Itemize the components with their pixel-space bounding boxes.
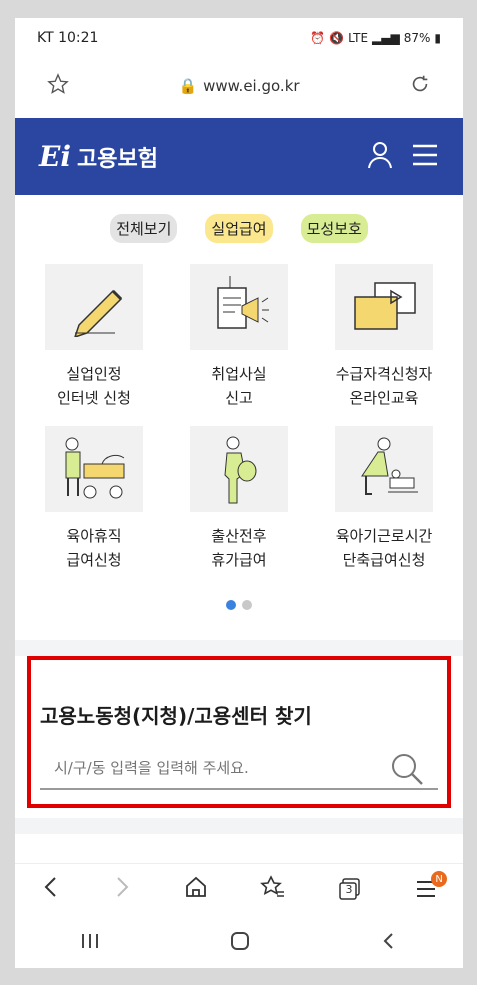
service-label: 출산전후 휴가급여	[211, 527, 267, 569]
pregnant-woman-icon	[190, 426, 288, 512]
service-grid: 실업인정 인터넷 신청 취업사실 신고 수급자격신청자 온라인교육 육아휴직 급…	[15, 264, 463, 588]
service-card[interactable]: 수급자격신청자 온라인교육	[318, 264, 450, 426]
forward-icon[interactable]	[112, 876, 132, 902]
document-megaphone-icon	[190, 264, 288, 350]
lock-icon: 🔒	[178, 76, 198, 95]
system-back-icon[interactable]	[380, 931, 398, 955]
tabs-count: 3	[345, 883, 353, 896]
bookmarks-icon[interactable]	[259, 875, 286, 903]
category-tabs: 전체보기 실업급여 모성보호	[15, 214, 463, 243]
phone-screen: KT 10:21 ⏰ 🔇 LTE ▂▄▆ 87% ▮ 🔒 www.ei.go.k…	[15, 18, 463, 968]
battery-icon: ▮	[434, 31, 441, 45]
section-divider	[15, 818, 463, 834]
url-bar: 🔒 www.ei.go.kr	[15, 58, 463, 113]
stroller-icon	[45, 426, 143, 512]
search-icon[interactable]	[390, 752, 424, 790]
system-nav-bar	[15, 918, 463, 968]
service-label: 실업인정 인터넷 신청	[57, 365, 131, 407]
status-bar: KT 10:21 ⏰ 🔇 LTE ▂▄▆ 87% ▮	[15, 18, 463, 58]
address-field[interactable]: 🔒 www.ei.go.kr	[178, 77, 299, 95]
service-card[interactable]: 육아기근로시간 단축급여신청	[318, 426, 450, 588]
carrier-time: KT 10:21	[37, 30, 99, 46]
tab-all[interactable]: 전체보기	[110, 214, 178, 243]
carousel-dot-1[interactable]	[226, 600, 236, 610]
region-search-input[interactable]	[40, 750, 386, 786]
service-card[interactable]: 육아휴직 급여신청	[28, 426, 160, 588]
alarm-icon: ⏰	[310, 31, 326, 45]
parent-baby-icon	[335, 426, 433, 512]
carousel-dot-2[interactable]	[242, 600, 252, 610]
finder-title: 고용노동청(지청)/고용센터 찾기	[40, 704, 312, 728]
lte-label: LTE	[348, 31, 369, 45]
recent-apps-icon[interactable]	[80, 932, 100, 954]
user-icon[interactable]	[367, 141, 393, 173]
section-divider	[15, 640, 463, 656]
status-icons: ⏰ 🔇 LTE ▂▄▆ 87% ▮	[310, 31, 441, 45]
reload-icon[interactable]	[409, 73, 431, 99]
service-label: 수급자격신청자 온라인교육	[335, 365, 433, 407]
home-icon[interactable]	[184, 875, 208, 903]
mute-icon: 🔇	[329, 31, 345, 45]
search-field	[40, 750, 438, 790]
system-home-icon[interactable]	[229, 930, 251, 956]
site-header: Ei 고용보험	[15, 118, 463, 195]
logo-mark: Ei	[39, 140, 71, 173]
logo-text: 고용보험	[76, 146, 158, 172]
pencil-icon	[45, 264, 143, 350]
office-finder-section: 고용노동청(지청)/고용센터 찾기	[15, 656, 463, 816]
carousel-dots	[15, 600, 463, 610]
tabs-icon[interactable]: 3	[337, 877, 363, 901]
service-card[interactable]: 출산전후 휴가급여	[173, 426, 305, 588]
back-icon[interactable]	[41, 876, 61, 902]
url-text: www.ei.go.kr	[203, 76, 300, 95]
signal-icon: ▂▄▆	[372, 31, 400, 45]
bookmark-star-icon[interactable]	[47, 72, 69, 99]
service-label: 육아기근로시간 단축급여신청	[335, 527, 433, 569]
service-label: 육아휴직 급여신청	[66, 527, 122, 569]
tab-maternity[interactable]: 모성보호	[300, 214, 368, 243]
notification-badge: N	[431, 871, 448, 887]
battery-text: 87%	[403, 31, 431, 45]
video-play-icon	[335, 264, 433, 350]
service-card[interactable]: 취업사실 신고	[173, 264, 305, 426]
tab-unemployment[interactable]: 실업급여	[205, 214, 273, 243]
hamburger-menu-icon[interactable]	[411, 143, 439, 171]
service-card[interactable]: 실업인정 인터넷 신청	[28, 264, 160, 426]
browser-nav-bar: 3 N	[15, 863, 463, 914]
site-logo[interactable]: Ei 고용보험	[39, 140, 158, 173]
browser-menu-icon[interactable]: N	[415, 871, 448, 899]
service-label: 취업사실 신고	[211, 365, 267, 407]
